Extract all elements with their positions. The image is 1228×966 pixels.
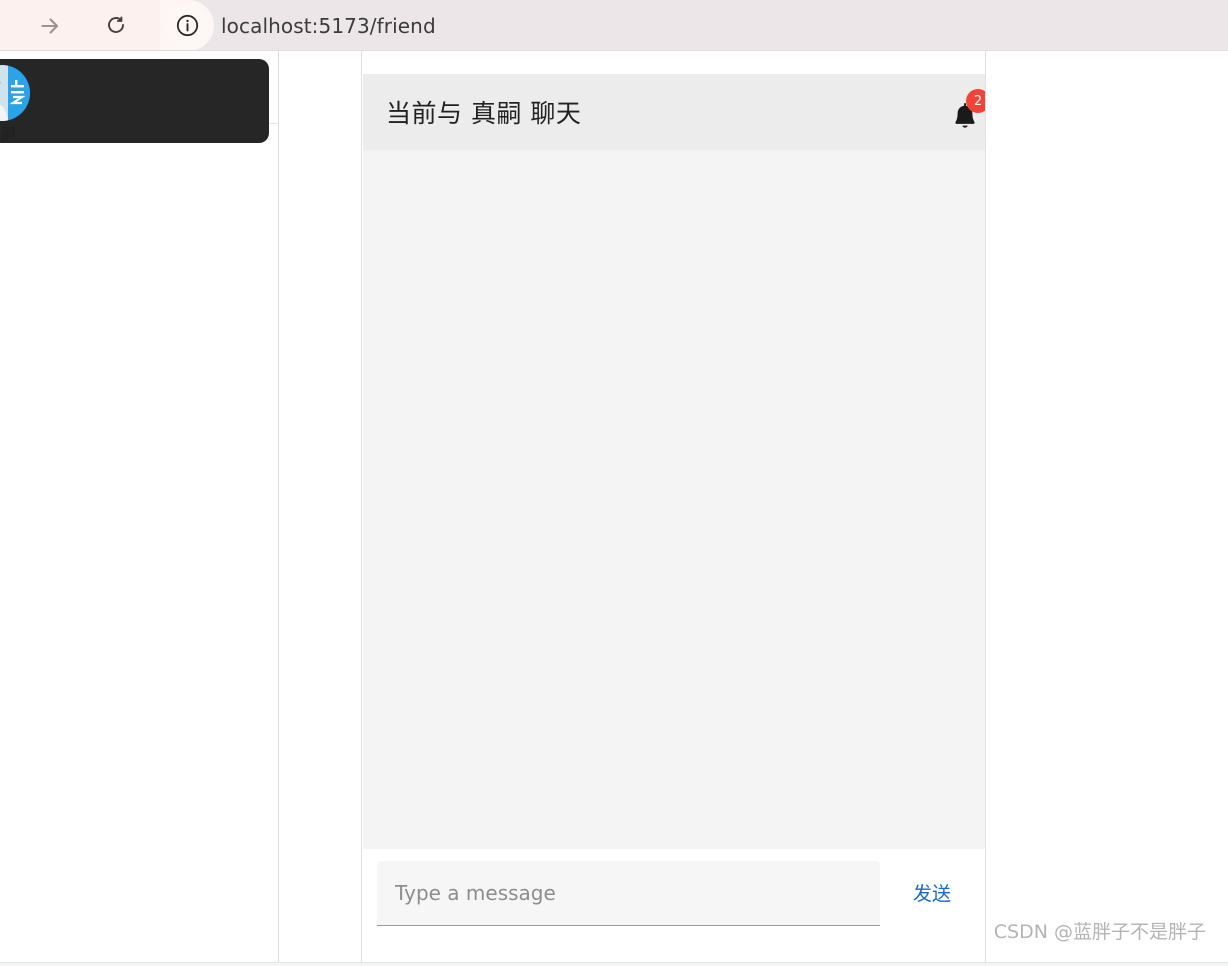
sidebar-item-friend[interactable]: 真嗣 — [0, 59, 269, 143]
avatar-image — [0, 65, 30, 121]
site-info-button[interactable] — [160, 0, 214, 51]
address-bar-url[interactable]: localhost:5173/friend — [221, 0, 436, 51]
page-bottom-edge — [0, 962, 1228, 966]
reload-icon — [108, 16, 124, 33]
sidebar-item-label: 真嗣 — [0, 125, 17, 143]
message-list[interactable] — [363, 150, 985, 849]
arrow-right-icon — [41, 18, 59, 34]
app-root: localhost:5173/friend 你好明日香 — [0, 0, 1228, 966]
send-button[interactable]: 发送 — [913, 879, 951, 906]
reload-button[interactable] — [94, 4, 138, 48]
watermark: CSDN @蓝胖子不是胖子 — [993, 921, 1206, 943]
chat-header: 当前与 真嗣 聊天 2 — [363, 74, 985, 150]
chat-panel: 当前与 真嗣 聊天 2 发送 — [361, 51, 986, 962]
avatar — [0, 65, 30, 121]
notifications-button[interactable]: 2 — [946, 89, 985, 140]
page-title: 当前与 真嗣 聊天 — [386, 99, 582, 128]
message-input-wrapper[interactable] — [377, 861, 880, 926]
page-content: 你好明日香 — [0, 51, 1228, 966]
status-badge: 2 — [966, 89, 985, 113]
browser-toolbar: localhost:5173/friend — [0, 0, 1228, 51]
info-circle-icon — [176, 14, 198, 37]
message-input[interactable] — [377, 861, 880, 925]
message-composer: 发送 — [363, 849, 985, 962]
friend-sidebar: 你好明日香 — [0, 51, 279, 962]
forward-button[interactable] — [28, 4, 72, 48]
site-info-hover-bg — [165, 3, 209, 48]
